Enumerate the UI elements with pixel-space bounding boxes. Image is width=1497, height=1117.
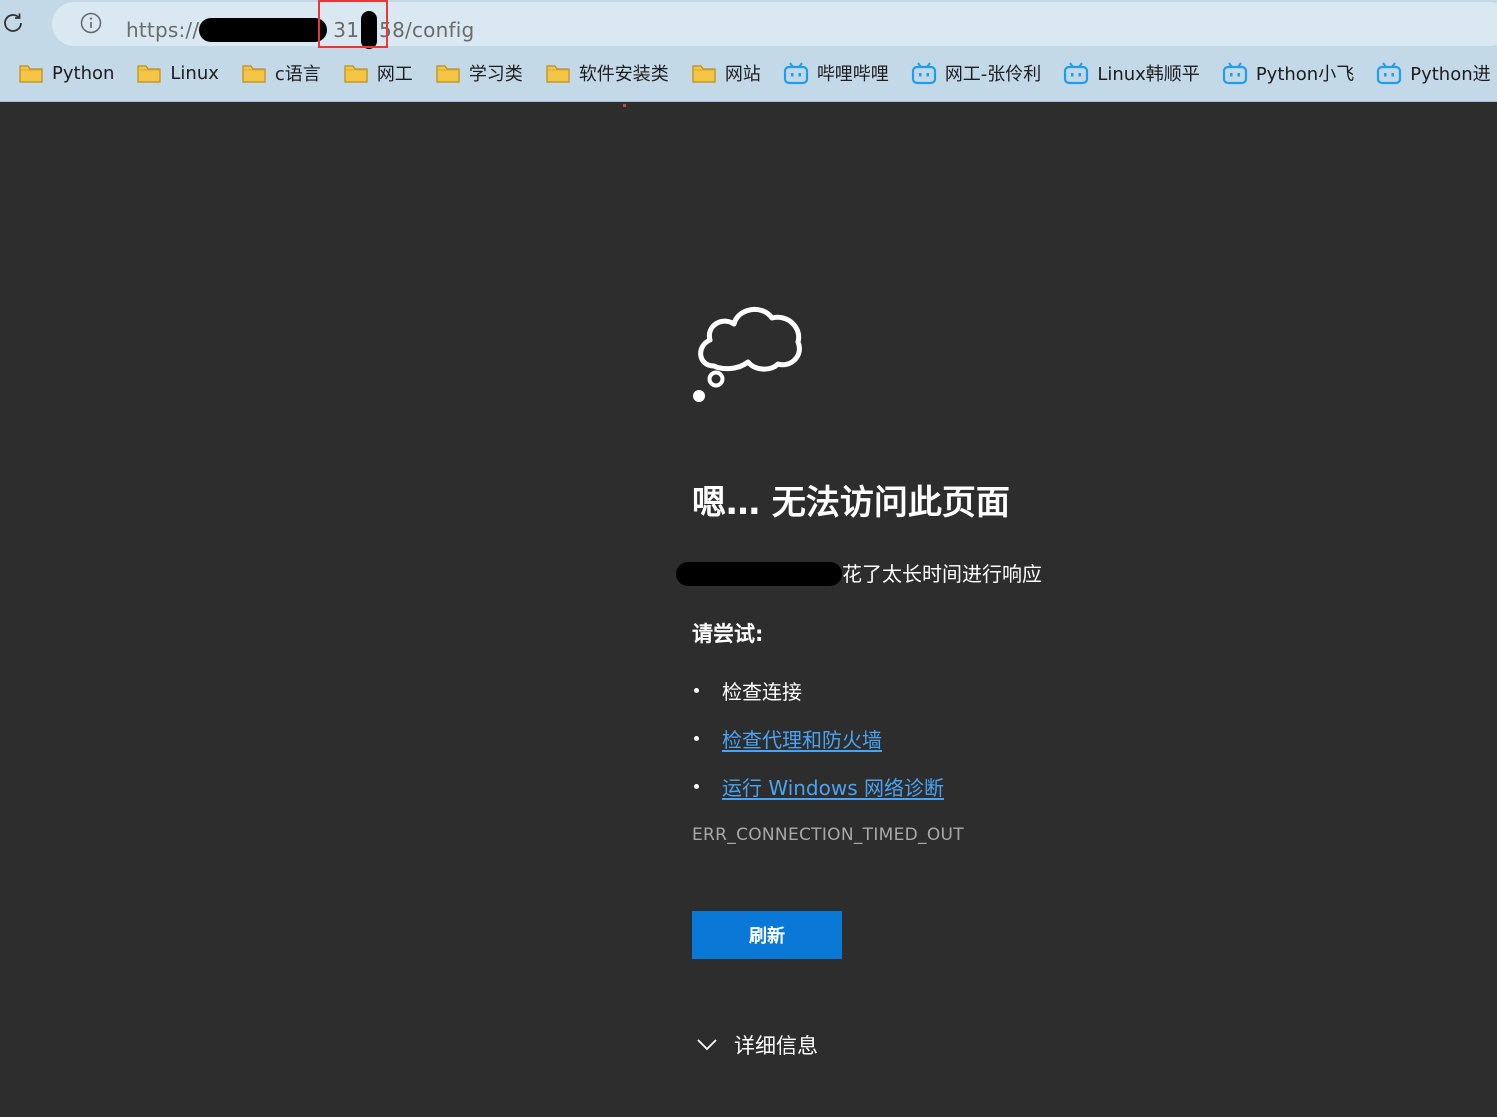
bookmark-python-advanced[interactable]: Python进: [1376, 58, 1491, 88]
reload-icon: [4, 13, 22, 32]
bullet: [694, 687, 699, 693]
page-title: 嗯… 无法访问此页面: [692, 483, 1010, 523]
bilibili-icon: [911, 62, 936, 85]
bookmark-label: 哔哩哔哩: [816, 64, 889, 85]
folder-icon: [344, 65, 368, 83]
bookmark-software[interactable]: 软件安装类: [545, 58, 669, 88]
annotation-highlight-box: [318, 0, 388, 48]
url-prefix: https://: [126, 18, 200, 42]
bookmark-network[interactable]: 网工: [343, 58, 413, 88]
reload-button[interactable]: [0, 8, 26, 38]
bilibili-icon: [1377, 62, 1402, 85]
bookmark-label: Python: [52, 62, 115, 84]
details-label: 详细信息: [734, 1034, 818, 1058]
link-windows-network-diagnostics[interactable]: 运行 Windows 网络诊断: [722, 772, 944, 801]
bookmark-python-xiaofei[interactable]: Python小飞: [1222, 58, 1354, 88]
redaction-mark: [199, 18, 328, 42]
suggestion-check-connection: 检查连接: [722, 679, 802, 704]
bookmark-study[interactable]: 学习类: [435, 58, 523, 88]
folder-icon: [137, 65, 162, 83]
bookmark-linux[interactable]: Linux: [136, 58, 219, 88]
bookmark-linux-han[interactable]: Linux韩顺平: [1063, 58, 1200, 88]
subtitle-text: 花了太长时间进行响应: [842, 562, 1042, 586]
bookmark-label: Linux韩顺平: [1097, 64, 1200, 85]
error-subtitle: 花了太长时间进行响应: [676, 558, 1042, 587]
bullet: [694, 735, 699, 741]
bilibili-icon: [1222, 62, 1247, 85]
bilibili-icon: [1064, 62, 1089, 85]
bookmark-label: 软件安装类: [578, 64, 669, 85]
annotation-dot: [623, 104, 626, 107]
redaction-mark: [676, 562, 842, 586]
error-code: ERR_CONNECTION_TIMED_OUT: [692, 825, 964, 845]
bookmarks-bar: Python Linux c语言 网工 学习类 软件安装类 网站 哔哩哔哩 网工…: [18, 58, 1497, 88]
chevron-down-icon: [697, 1039, 717, 1051]
bookmark-label: Linux: [170, 62, 219, 84]
folder-icon: [692, 65, 716, 83]
bookmark-websites[interactable]: 网站: [691, 58, 761, 88]
url-text[interactable]: https://31 58/config: [126, 11, 474, 49]
thought-cloud-icon: [693, 307, 802, 402]
bookmark-label: 网工-张伶利: [944, 64, 1042, 85]
folder-icon: [436, 65, 460, 83]
bookmark-label: 网工: [376, 64, 413, 85]
address-bar[interactable]: https://31 58/config: [52, 2, 1497, 49]
info-icon[interactable]: [80, 12, 102, 34]
refresh-button[interactable]: 刷新: [692, 911, 842, 959]
bookmark-label: 网站: [724, 64, 761, 85]
bookmark-label: Python进: [1410, 64, 1491, 85]
bullet: [694, 783, 699, 789]
bookmark-python[interactable]: Python: [18, 58, 114, 88]
details-toggle[interactable]: 详细信息: [696, 1030, 818, 1060]
list-item: 运行 Windows 网络诊断: [692, 762, 944, 810]
bookmark-label: c语言: [274, 64, 321, 85]
bookmark-c-language[interactable]: c语言: [241, 58, 321, 88]
link-check-proxy-firewall[interactable]: 检查代理和防火墙: [722, 724, 882, 753]
folder-icon: [546, 65, 570, 83]
browser-chrome: https://31 58/config Python Linux c语言 网工 …: [0, 0, 1497, 102]
folder-icon: [19, 65, 43, 83]
bookmark-network-zhang[interactable]: 网工-张伶利: [911, 58, 1042, 88]
try-heading: 请尝试:: [692, 622, 764, 646]
bookmark-bilibili[interactable]: 哔哩哔哩: [783, 58, 889, 88]
list-item: 检查连接: [692, 666, 944, 714]
bookmark-label: Python小飞: [1255, 64, 1355, 85]
bilibili-icon: [783, 62, 808, 85]
suggestion-list: 检查连接 检查代理和防火墙 运行 Windows 网络诊断: [692, 666, 944, 810]
folder-icon: [242, 65, 266, 83]
bookmark-label: 学习类: [468, 64, 523, 85]
list-item: 检查代理和防火墙: [692, 714, 944, 762]
url-visible-2: 58/config: [379, 18, 475, 42]
